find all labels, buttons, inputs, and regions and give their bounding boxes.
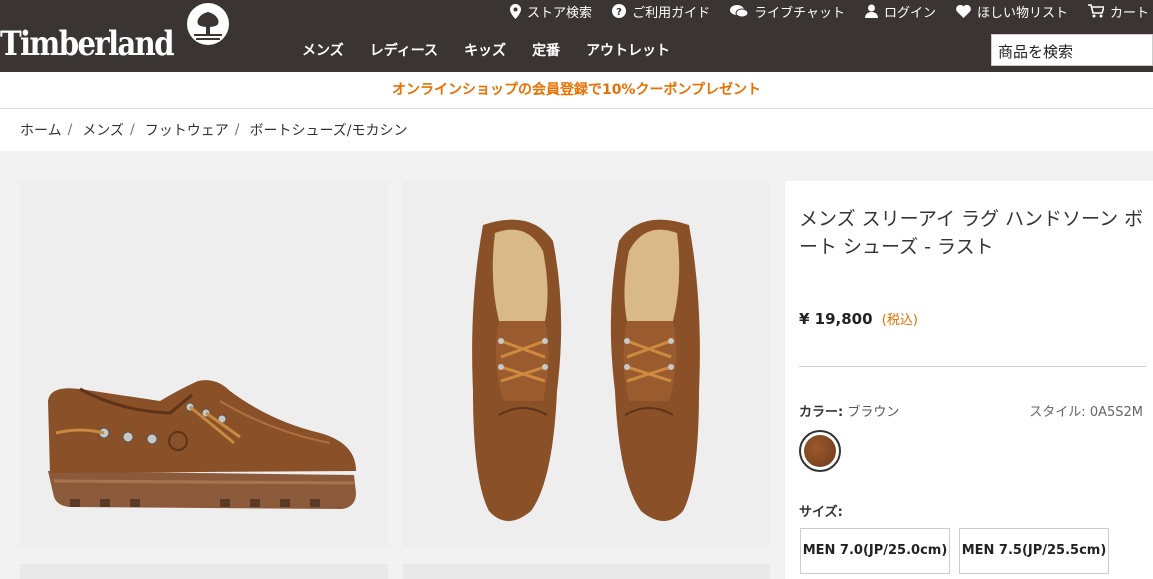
color-value: ブラウン — [847, 405, 900, 420]
product-price: ¥ 19,800 (税込) — [799, 309, 918, 328]
map-pin-icon — [510, 3, 522, 19]
live-chat-label: ライブチャット — [754, 5, 845, 21]
user-icon — [864, 4, 878, 18]
login-label: ログイン — [883, 5, 936, 21]
wishlist-label: ほしい物リスト — [976, 5, 1068, 21]
breadcrumb-home[interactable]: ホーム — [20, 120, 62, 140]
cart-icon — [1087, 4, 1104, 18]
promo-banner[interactable]: オンラインショップの会員登録で10%クーポンプレゼント — [0, 72, 1153, 109]
search-input[interactable]: 商品を検索 — [991, 34, 1153, 66]
size-button-7-0[interactable]: MEN 7.0(JP/25.0cm) — [800, 528, 950, 574]
cart-label: カート — [1109, 5, 1149, 21]
product-image-thumb-4[interactable] — [403, 564, 770, 579]
nav-kids[interactable]: キッズ — [464, 40, 506, 60]
breadcrumb-footwear[interactable]: フットウェア — [145, 120, 229, 140]
svg-text:?: ? — [616, 7, 622, 18]
wishlist-link[interactable]: ほしい物リスト — [956, 2, 1068, 21]
breadcrumb-separator: / — [67, 122, 73, 138]
price-value: ¥ 19,800 — [799, 310, 873, 328]
breadcrumb-separator: / — [130, 122, 135, 138]
divider — [799, 366, 1146, 367]
product-image-thumb-3[interactable] — [20, 564, 388, 579]
product-info-panel: メンズ スリーアイ ラグ ハンドソーン ボート シューズ - ラスト ¥ 19,… — [785, 181, 1153, 579]
question-circle-icon: ? — [612, 4, 627, 18]
breadcrumb-boat-shoes[interactable]: ボートシューズ/モカシン — [249, 120, 407, 140]
tax-note: (税込) — [881, 313, 918, 328]
size-button-7-5[interactable]: MEN 7.5(JP/25.5cm) — [959, 528, 1109, 574]
breadcrumb-separator: / — [234, 122, 240, 138]
heart-icon — [956, 4, 971, 18]
swatch-fill — [804, 435, 836, 467]
color-swatch-brown[interactable] — [799, 430, 841, 472]
logo-text: Timberland — [0, 24, 175, 64]
style-label: スタイル: 0A5S2M — [1029, 401, 1143, 420]
cart-link[interactable]: カート — [1087, 2, 1149, 21]
guide-link[interactable]: ? ご利用ガイド — [612, 2, 710, 21]
utility-bar: ストア検索 ? ご利用ガイド ライブチャット ログイン ほしい物リスト カート — [490, 0, 1153, 22]
store-search-link[interactable]: ストア検索 — [510, 2, 592, 21]
nav-ladies[interactable]: レディース — [370, 40, 438, 60]
nav-classics[interactable]: 定番 — [532, 40, 560, 60]
size-label: サイズ: — [799, 505, 843, 520]
style-value: 0A5S2M — [1089, 405, 1143, 420]
main-nav: メンズ レディース キッズ 定番 アウトレット — [302, 40, 696, 60]
product-image-top[interactable] — [403, 181, 770, 547]
login-link[interactable]: ログイン — [864, 2, 936, 21]
chat-bubbles-icon — [730, 5, 749, 18]
tree-logo-icon — [187, 3, 229, 45]
product-title: メンズ スリーアイ ラグ ハンドソーン ボート シューズ - ラスト — [799, 208, 1144, 258]
site-header: Timberland ストア検索 ? ご利用ガイド ライブチャット ログイン ほ… — [0, 0, 1153, 72]
style-label-text: スタイル: — [1029, 405, 1086, 420]
color-label: カラー: ブラウン — [799, 401, 899, 420]
nav-mens[interactable]: メンズ — [302, 40, 344, 60]
shoe-top-image — [472, 219, 700, 521]
live-chat-link[interactable]: ライブチャット — [730, 2, 845, 21]
shoe-side-image — [48, 380, 356, 509]
nav-outlet[interactable]: アウトレット — [586, 40, 670, 60]
product-image-side[interactable] — [20, 181, 388, 547]
timberland-logo[interactable]: Timberland — [0, 20, 201, 68]
guide-label: ご利用ガイド — [632, 5, 711, 21]
breadcrumb-mens[interactable]: メンズ — [82, 120, 124, 140]
breadcrumb: ホーム / メンズ / フットウェア / ボートシューズ/モカシン — [0, 109, 1153, 151]
color-label-text: カラー: — [799, 405, 844, 420]
store-search-label: ストア検索 — [527, 5, 593, 21]
